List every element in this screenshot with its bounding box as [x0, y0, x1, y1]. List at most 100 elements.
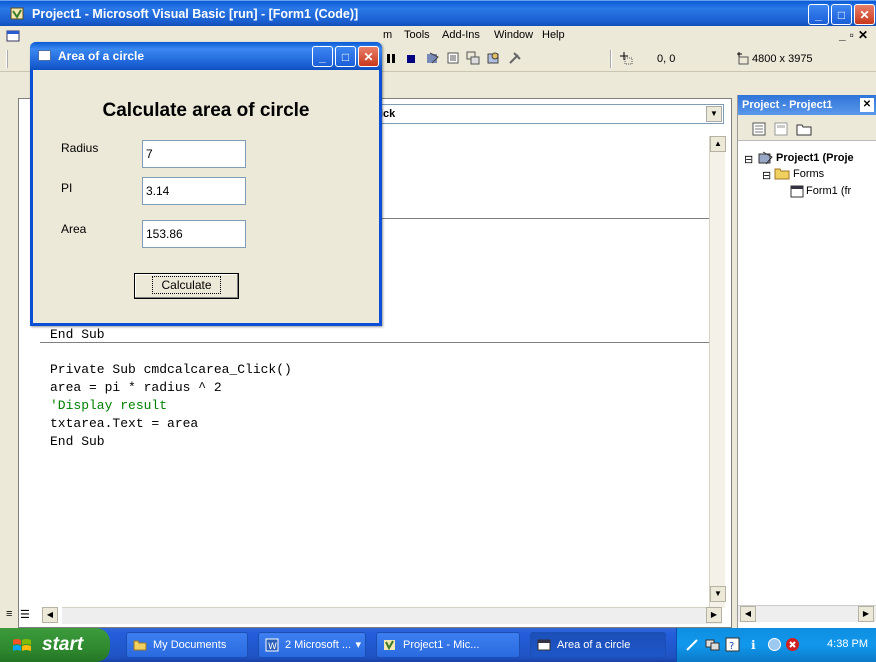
pi-input[interactable]: 3.14: [142, 177, 246, 205]
vb-app-icon: [10, 7, 24, 20]
folder-icon: [774, 168, 790, 180]
ide-titlebar[interactable]: Project1 - Microsoft Visual Basic [run] …: [0, 0, 876, 26]
code-line[interactable]: End Sub: [50, 434, 105, 449]
taskbar-button-label: Project1 - Mic...: [403, 639, 480, 651]
start-label: start: [42, 634, 84, 655]
project-explorer-toolbar: [738, 115, 876, 141]
network-icon[interactable]: [705, 637, 720, 652]
taskbar-button-label: My Documents: [153, 639, 227, 651]
tree-node-form1[interactable]: Form1 (fr: [806, 185, 851, 197]
taskbar-button-vb-project[interactable]: Project1 - Mic...: [376, 632, 520, 658]
scroll-left-arrow-icon[interactable]: ◀: [42, 607, 58, 623]
svg-text:?: ?: [729, 641, 734, 652]
tree-node-forms[interactable]: Forms: [793, 168, 824, 180]
chevron-down-icon[interactable]: ▼: [706, 106, 722, 122]
view-object-icon[interactable]: [774, 122, 788, 136]
project-explorer-titlebar[interactable]: Project - Project1 ✕: [738, 95, 876, 115]
tree-collapse-icon[interactable]: ⊟: [744, 153, 753, 166]
info-icon[interactable]: ℹ: [747, 637, 762, 652]
scroll-down-arrow-icon[interactable]: ▼: [710, 586, 726, 602]
project-tree: ⊟ Project1 (Proje ⊟ Forms Form1 (fr: [738, 145, 876, 605]
tree-node-project[interactable]: Project1 (Proje: [776, 152, 854, 164]
taskbar-button-label: Area of a circle: [557, 639, 631, 651]
project-explorer-scrollbar[interactable]: ◀ ▶: [738, 605, 876, 622]
project-explorer-icon[interactable]: [426, 51, 440, 65]
form-body: Calculate area of circle Radius 7 PI 3.1…: [33, 70, 379, 323]
project-explorer-title: Project - Project1: [742, 99, 833, 111]
scroll-right-arrow-icon[interactable]: ▶: [706, 607, 722, 623]
vb-icon: [384, 640, 395, 651]
pen-icon[interactable]: [685, 637, 700, 652]
window-icon: [537, 639, 551, 651]
menu-item-window[interactable]: Window: [494, 29, 533, 41]
procedure-view-icon[interactable]: ≡: [6, 608, 12, 620]
ide-maximize-button[interactable]: □: [831, 4, 852, 25]
object-browser-icon[interactable]: [486, 51, 500, 65]
code-vertical-scrollbar[interactable]: ▲ ▼: [709, 136, 726, 608]
help-icon[interactable]: ?: [725, 637, 740, 652]
ide-minimize-button[interactable]: _: [808, 4, 829, 25]
radius-input[interactable]: 7: [142, 140, 246, 168]
menu-item-tools[interactable]: Tools: [404, 29, 430, 41]
scroll-left-arrow-icon[interactable]: ◀: [740, 606, 756, 622]
system-tray: ? ℹ 4:38 PM: [676, 628, 876, 662]
code-line[interactable]: txtarea.Text = area: [50, 416, 198, 431]
taskbar-button-word[interactable]: W 2 Microsoft ... ▾: [258, 632, 366, 658]
code-line[interactable]: area = pi * radius ^ 2: [50, 380, 222, 395]
pause-icon[interactable]: [384, 51, 398, 65]
code-line[interactable]: Private Sub cmdcalcarea_Click(): [50, 362, 292, 377]
taskbar-button-area-of-circle[interactable]: Area of a circle: [530, 632, 666, 658]
stop-icon[interactable]: [404, 51, 418, 65]
area-of-circle-form: Area of a circle _ □ ✕ Calculate area of…: [30, 42, 382, 326]
close-icon[interactable]: ✕: [860, 98, 874, 112]
start-button[interactable]: start: [0, 628, 110, 662]
properties-window-icon[interactable]: [446, 51, 460, 65]
form-close-button[interactable]: ✕: [358, 46, 379, 67]
position-readout: 0, 0: [657, 53, 676, 65]
form-titlebar[interactable]: Area of a circle _ □ ✕: [30, 42, 382, 70]
windows-flag-icon: [13, 639, 31, 651]
form-layout-icon[interactable]: [466, 51, 480, 65]
toggle-folders-icon[interactable]: [796, 122, 812, 136]
group-arrow-icon: ▾: [355, 639, 361, 651]
mdi-restore-button[interactable]: ▫: [850, 28, 858, 42]
code-horizontal-scrollbar[interactable]: [62, 607, 722, 624]
folder-icon: [133, 640, 147, 651]
menu-item-program[interactable]: m: [383, 29, 392, 41]
form-window-controls: _ □ ✕: [312, 46, 379, 67]
form-icon: [790, 185, 804, 198]
form-maximize-button[interactable]: □: [335, 46, 356, 67]
menu-item-help[interactable]: Help: [542, 29, 565, 41]
code-line[interactable]: End Sub: [50, 327, 105, 342]
area-output[interactable]: 153.86: [142, 220, 246, 248]
security-alert-icon[interactable]: [785, 637, 800, 652]
volume-icon[interactable]: [767, 637, 782, 652]
calculate-button[interactable]: Calculate: [134, 273, 239, 299]
code-comment-line[interactable]: 'Display result: [50, 398, 167, 413]
scroll-up-arrow-icon[interactable]: ▲: [710, 136, 726, 152]
toolbar-separator: [610, 50, 612, 68]
form-minimize-button[interactable]: _: [312, 46, 333, 67]
calculate-button-label: Calculate: [152, 276, 221, 294]
mdi-minimize-button[interactable]: _: [839, 28, 850, 42]
full-module-view-icon[interactable]: ☰: [20, 608, 30, 621]
radius-label: Radius: [61, 141, 99, 155]
view-toggle: ≡ ☰: [4, 607, 44, 624]
tree-collapse-icon[interactable]: ⊟: [762, 169, 771, 182]
ide-title-text: Project1 - Microsoft Visual Basic [run] …: [32, 7, 359, 21]
procedure-combo[interactable]: Click ▼: [362, 104, 724, 124]
toolbox-icon[interactable]: [508, 51, 522, 65]
scroll-right-arrow-icon[interactable]: ▶: [858, 606, 874, 622]
form-title: Area of a circle: [58, 49, 145, 63]
pi-label: PI: [61, 181, 73, 195]
clock[interactable]: 4:38 PM: [827, 638, 868, 650]
area-label: Area: [61, 222, 87, 236]
view-code-icon[interactable]: [752, 122, 766, 136]
taskbar-button-my-documents[interactable]: My Documents: [126, 632, 248, 658]
mdi-window-controls: _▫✕: [839, 28, 872, 42]
menu-item-add-ins[interactable]: Add-Ins: [442, 29, 480, 41]
ide-close-button[interactable]: ✕: [854, 4, 875, 25]
code-window-icon: [6, 30, 20, 42]
ide-window-controls: _ □ ✕: [808, 4, 875, 25]
mdi-close-button[interactable]: ✕: [858, 28, 872, 42]
